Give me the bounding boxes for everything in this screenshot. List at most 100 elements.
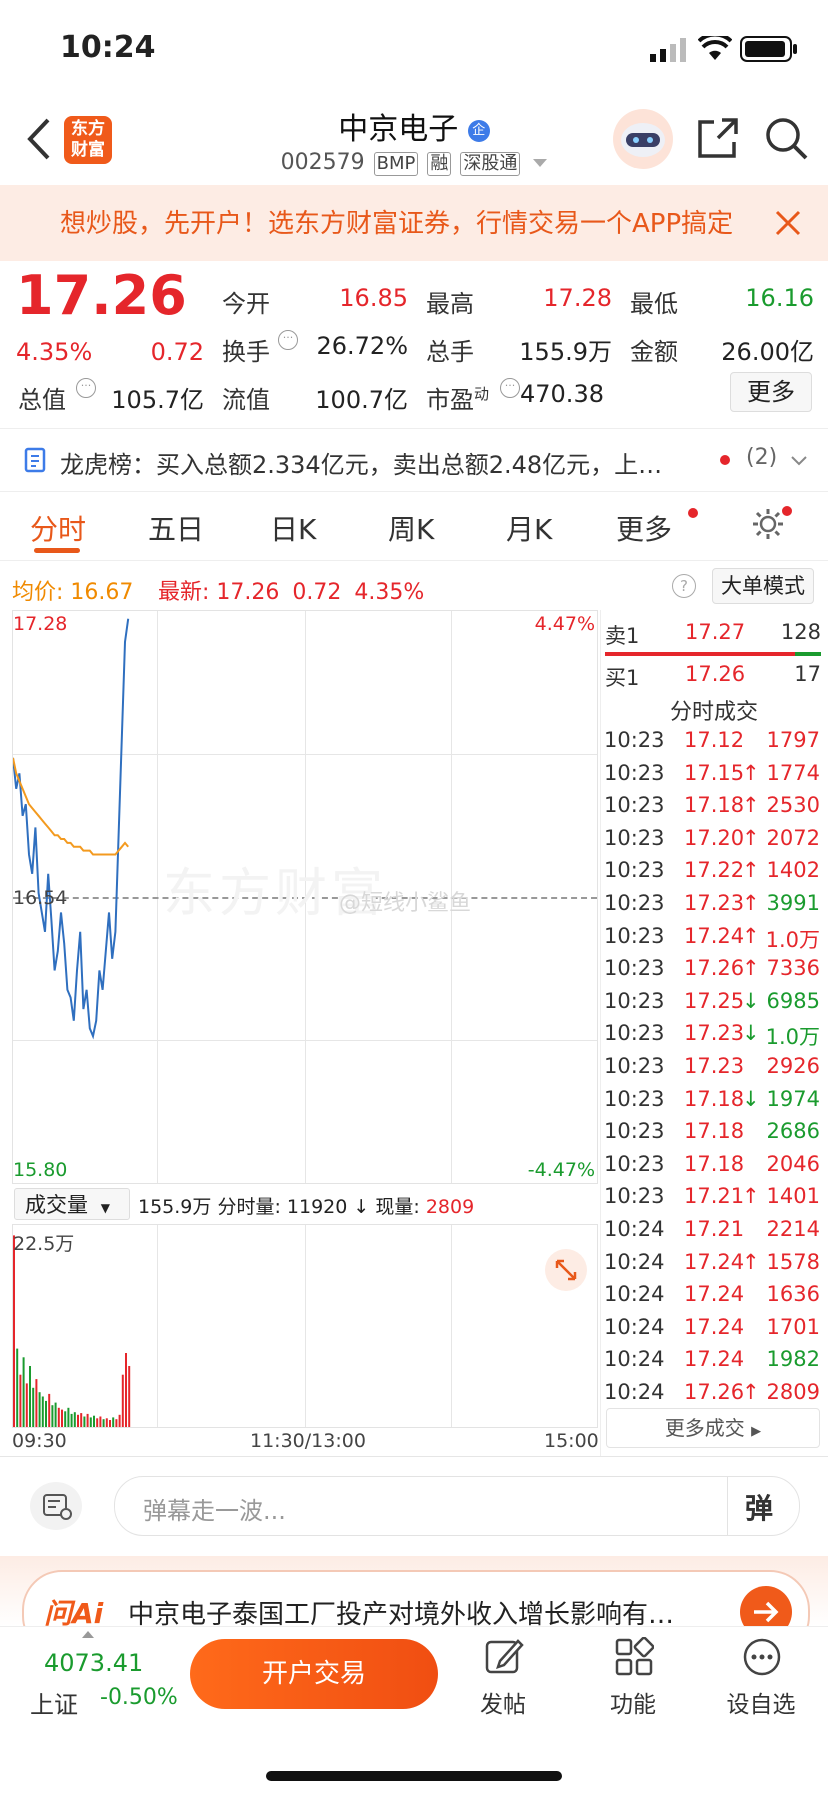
trade-price: 17.21 xyxy=(684,1217,745,1241)
dragon-tiger-row[interactable]: 龙虎榜：买入总额2.334亿元，卖出总额2.48亿元，上… (2) xyxy=(0,428,828,492)
volume-bar xyxy=(121,1374,124,1427)
tab-more[interactable]: 更多 xyxy=(616,508,672,548)
bottom-bar: 4073.41 上证 -0.50% 开户交易 发帖 功能 设自选 xyxy=(0,1626,828,1793)
average-line xyxy=(13,757,129,856)
info-dots-icon[interactable]: ··· xyxy=(278,330,298,350)
danmu-placeholder: 弹幕走一波... xyxy=(143,1497,286,1525)
info-dots-icon[interactable]: ··· xyxy=(76,378,96,398)
arrow-up-icon: ↑ xyxy=(742,825,760,850)
expand-icon xyxy=(555,1259,577,1281)
big-order-mode-button[interactable]: 大单模式 xyxy=(712,568,814,604)
volume-bar xyxy=(128,1366,131,1427)
trade-volume: 2926 xyxy=(766,1054,820,1078)
tab-weekly-k[interactable]: 周K xyxy=(388,508,434,548)
volume-bar xyxy=(99,1416,102,1427)
bid-label: 买1 xyxy=(605,666,640,690)
caret-down-icon: ▼ xyxy=(100,1201,110,1215)
volume-bar xyxy=(48,1393,51,1427)
index-value[interactable]: 4073.41 xyxy=(44,1649,143,1677)
amount-value: 26.00亿 xyxy=(721,338,814,366)
volume-bar xyxy=(45,1400,47,1427)
arrow-down-icon: ↓ xyxy=(353,1196,370,1218)
trade-time: 10:23 xyxy=(604,728,665,752)
index-change[interactable]: -0.50% xyxy=(100,1685,178,1710)
more-button[interactable]: 更多 xyxy=(730,372,812,412)
volume-bar xyxy=(35,1379,38,1427)
more-circle-icon xyxy=(743,1638,781,1676)
caret-up-icon xyxy=(82,1631,94,1638)
volume-bar xyxy=(25,1383,28,1427)
arrow-up-icon: ↑ xyxy=(742,760,760,785)
divider xyxy=(0,560,828,561)
turnover-label: 换手 xyxy=(222,338,270,366)
info-dots-icon[interactable]: ··· xyxy=(500,378,520,398)
trade-volume: 1636 xyxy=(766,1282,820,1307)
more-trades-button[interactable]: 更多成交 ▶ xyxy=(606,1408,820,1448)
tab-intraday[interactable]: 分时 xyxy=(30,508,86,548)
arrow-up-icon: ↑ xyxy=(742,793,760,818)
trade-price: 17.12 xyxy=(684,728,745,752)
comment-list-button[interactable] xyxy=(30,1482,82,1530)
tab-five-day[interactable]: 五日 xyxy=(148,508,204,548)
volume-bar xyxy=(22,1357,25,1427)
arrow-up-icon: ↑ xyxy=(742,956,760,981)
high-value: 17.28 xyxy=(543,284,612,312)
divider xyxy=(0,1456,828,1457)
trade-row: 10:24 17.24 1636 xyxy=(604,1282,824,1315)
help-icon[interactable]: ? xyxy=(672,574,696,598)
trade-row: 10:24 17.24 ↑ 1578 xyxy=(604,1250,824,1283)
latest-change: 0.72 xyxy=(292,580,342,605)
volume-indicator-select[interactable]: 成交量 ▼ xyxy=(14,1188,130,1220)
trade-row: 10:24 17.24 1982 xyxy=(604,1347,824,1380)
open-account-trade-button[interactable]: 开户交易 xyxy=(190,1639,438,1709)
expand-button[interactable] xyxy=(545,1249,587,1291)
trade-volume: 1974 xyxy=(766,1086,820,1111)
trade-row: 10:24 17.24 1701 xyxy=(604,1315,824,1348)
trade-volume: 2686 xyxy=(766,1119,820,1144)
pe-label: 市盈动 xyxy=(426,380,489,415)
danmu-input[interactable]: 弹幕走一波... 弹 xyxy=(114,1476,800,1536)
trade-row: 10:23 17.18 2046 xyxy=(604,1152,824,1185)
volume-chart[interactable]: 22.5万 xyxy=(12,1224,598,1428)
search-icon[interactable] xyxy=(764,116,810,162)
float-value: 100.7亿 xyxy=(315,386,408,414)
volume-bar xyxy=(125,1353,127,1427)
low-value: 16.16 xyxy=(745,284,814,312)
arrow-down-icon: ↓ xyxy=(742,1086,760,1111)
trade-time: 10:23 xyxy=(604,1184,665,1209)
trade-price: 17.24 xyxy=(684,1249,745,1274)
share-icon[interactable] xyxy=(696,116,740,160)
danmu-toggle[interactable]: 弹 xyxy=(745,1487,773,1527)
trade-time: 10:24 xyxy=(604,1380,665,1404)
tab-monthly-k[interactable]: 月K xyxy=(506,508,552,548)
tab-indicator xyxy=(34,548,80,553)
trade-volume: 1402 xyxy=(766,858,820,883)
tab-more-dot xyxy=(688,508,698,518)
trade-volume: 1797 xyxy=(766,728,820,752)
pe-superscript: 动 xyxy=(474,385,490,403)
trade-price: 17.26 xyxy=(684,956,745,981)
close-icon[interactable] xyxy=(774,209,802,237)
banner-text: 想炒股，先开户！选东方财富证券，行情交易一个APP搞定 xyxy=(60,209,734,239)
trade-time: 10:24 xyxy=(604,1347,665,1372)
promo-banner[interactable]: 想炒股，先开户！选东方财富证券，行情交易一个APP搞定 xyxy=(0,185,828,261)
trade-time: 10:23 xyxy=(604,891,665,915)
trade-volume: 1701 xyxy=(766,1314,820,1339)
settings-gear-icon[interactable] xyxy=(750,506,786,542)
y-mid-label: 16.54 xyxy=(13,887,68,909)
more-trades-label: 更多成交 xyxy=(664,1416,745,1440)
trade-row: 10:23 17.12 1797 xyxy=(604,728,824,761)
robot-assistant-icon[interactable] xyxy=(612,108,674,170)
comment-list-icon xyxy=(43,1494,72,1520)
trade-price: 17.21 xyxy=(684,1184,745,1209)
index-name[interactable]: 上证 xyxy=(30,1685,78,1720)
trade-volume: 3991 xyxy=(766,891,820,915)
trade-volume: 6985 xyxy=(766,988,820,1013)
trade-time: 10:23 xyxy=(604,1086,665,1111)
post-label: 发帖 xyxy=(480,1692,526,1718)
price-chart[interactable]: 东方财富 @短线小鲨鱼 17.28 16.54 15.80 4.47% -4.4… xyxy=(12,610,598,1184)
tab-daily-k[interactable]: 日K xyxy=(270,508,316,548)
pe-label-text: 市盈 xyxy=(426,386,474,414)
trade-volume: 2072 xyxy=(766,825,820,850)
trade-volume: 1.0万 xyxy=(765,927,820,952)
